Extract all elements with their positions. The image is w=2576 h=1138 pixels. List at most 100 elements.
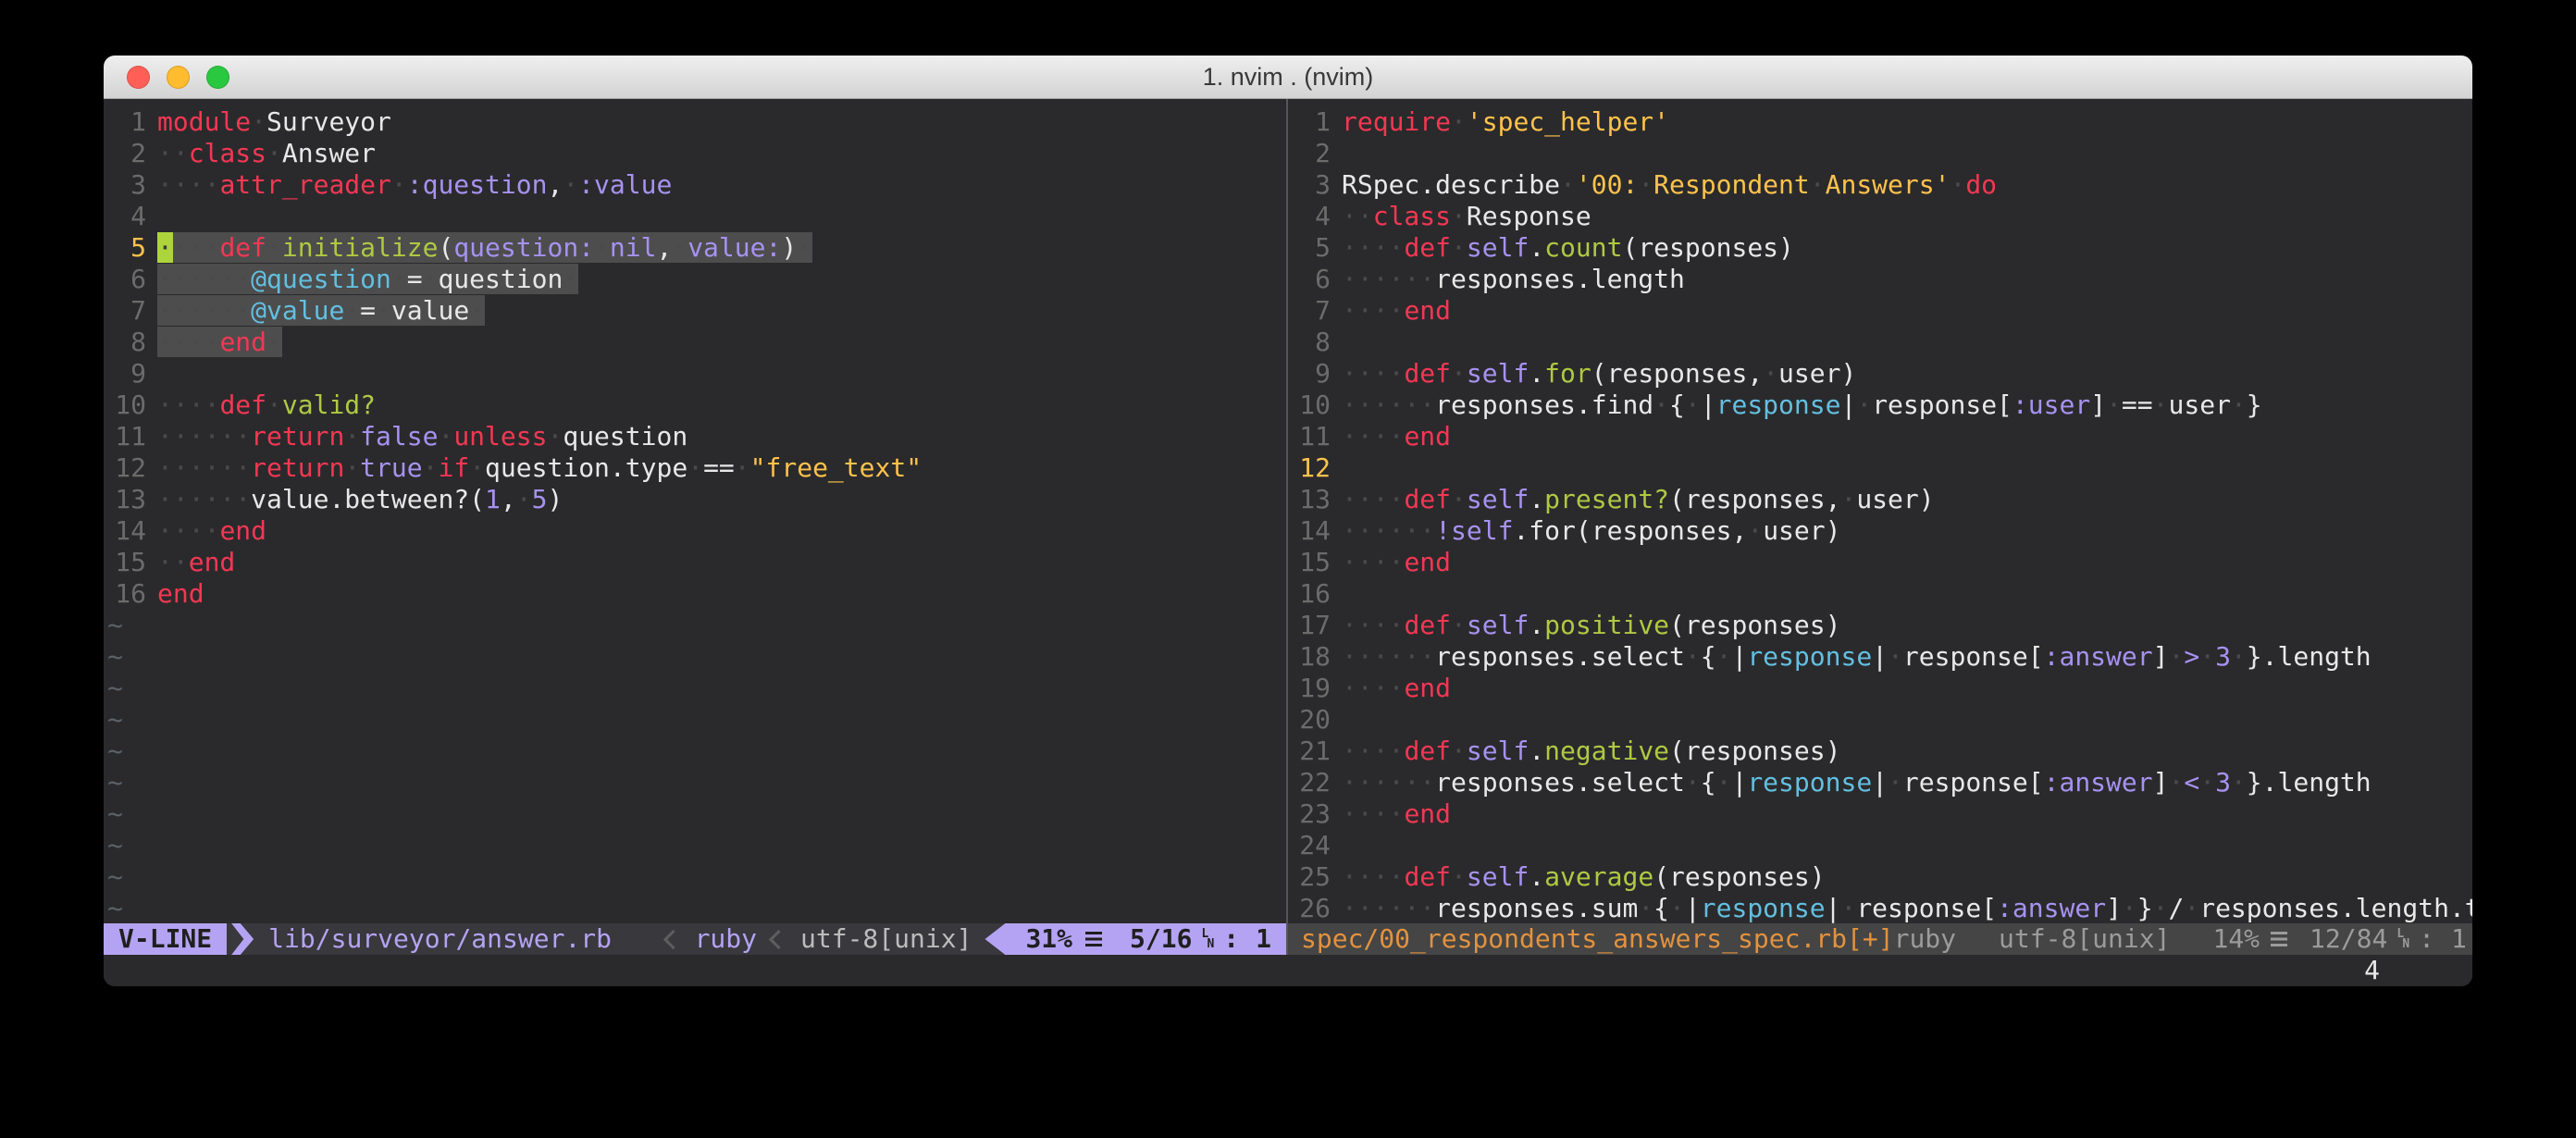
code-line[interactable]: 16end: [107, 578, 1286, 610]
code-line[interactable]: 18······responses.select·{·|response|·re…: [1292, 641, 2472, 673]
code-line[interactable]: 8····end·: [107, 327, 1286, 358]
code-line[interactable]: 3····attr_reader·:question,·:value: [107, 169, 1286, 201]
code-line[interactable]: 6 ······@question·=·question·: [107, 264, 1286, 295]
code-line[interactable]: 25····def·self.average(responses): [1292, 861, 2472, 893]
code-line[interactable]: 7····end: [1292, 295, 2472, 327]
code-line[interactable]: 13····def·self.present?(responses,·user): [1292, 484, 2472, 515]
code-line[interactable]: 21····def·self.negative(responses): [1292, 736, 2472, 767]
linenr-icon: [1085, 932, 1102, 946]
code-line[interactable]: 7······@value·=·value·: [107, 295, 1286, 327]
code-line[interactable]: 10······responses.find·{·|response|·resp…: [1292, 390, 2472, 421]
filetype-label: ruby: [1894, 923, 1956, 955]
line-number: 9: [1292, 358, 1331, 390]
line-text: ··class·Response: [1342, 201, 1591, 232]
minimize-button[interactable]: [167, 66, 190, 89]
line-number: 1: [1292, 106, 1331, 138]
line-number: 8: [1292, 327, 1331, 358]
line-number: 11: [1292, 421, 1331, 452]
buffer-lines-right[interactable]: 1require·'spec_helper'23RSpec.describe·'…: [1288, 99, 2472, 923]
code-line[interactable]: 17····def·self.positive(responses): [1292, 610, 2472, 641]
empty-line-tilde: ~: [107, 767, 1286, 798]
code-line[interactable]: 10····def·valid?: [107, 390, 1286, 421]
code-line[interactable]: 6······responses.length: [1292, 264, 2472, 295]
code-line[interactable]: 14······!self.for(responses,·user): [1292, 515, 2472, 547]
line-text: ····end: [1342, 673, 1451, 704]
code-line[interactable]: 4: [107, 201, 1286, 232]
editor-pane-left[interactable]: 1module·Surveyor2··class·Answer3····attr…: [104, 99, 1286, 955]
file-path: lib/surveyor/answer.rb: [268, 923, 612, 955]
separator-icon: [663, 929, 682, 948]
code-line[interactable]: 8: [1292, 327, 2472, 358]
linenr-icon: [2271, 932, 2287, 946]
line-text: ······return·true·if·question.type·==·"f…: [157, 452, 922, 484]
line-number: 24: [1292, 830, 1331, 861]
line-number: 2: [1292, 138, 1331, 169]
line-number: 15: [107, 547, 146, 578]
terminal-window[interactable]: 1. nvim . (nvim) 1module·Surveyor2··clas…: [104, 56, 2472, 986]
line-number: 13: [107, 484, 146, 515]
line-text: ····end: [157, 515, 266, 547]
line-number: 12: [107, 452, 146, 484]
line-text: ······value.between?(1,·5): [157, 484, 563, 515]
powerline-triangle-icon: [985, 923, 1005, 955]
scroll-percent: 31%: [1025, 923, 1072, 955]
file-path: spec/00_respondents_answers_spec.rb[+]: [1301, 923, 1894, 955]
line-text: ··end: [157, 547, 235, 578]
statusline-inactive: spec/00_respondents_answers_spec.rb[+] r…: [1288, 923, 2472, 955]
code-line[interactable]: 26······responses.sum·{·|response|·respo…: [1292, 893, 2472, 923]
code-line[interactable]: 2: [1292, 138, 2472, 169]
line-text: ··class·Answer: [157, 138, 376, 169]
code-line[interactable]: 12 ······return·true·if·question.type·==·…: [107, 452, 1286, 484]
mode-indicator: V-LINE: [104, 923, 227, 955]
line-number: 6: [107, 264, 146, 295]
line-text: ····def·valid?: [157, 390, 376, 421]
line-number: 12: [1292, 452, 1331, 484]
code-line[interactable]: 4··class·Response: [1292, 201, 2472, 232]
code-line[interactable]: 15····end: [1292, 547, 2472, 578]
line-number: 8: [107, 327, 146, 358]
line-text: ····end: [1342, 547, 1451, 578]
empty-line-tilde: ~: [107, 798, 1286, 830]
code-line[interactable]: 16: [1292, 578, 2472, 610]
code-line[interactable]: 11······return·false·unless·question: [107, 421, 1286, 452]
line-text: ····def·self.present?(responses,·user): [1342, 484, 1935, 515]
code-line[interactable]: 24: [1292, 830, 2472, 861]
code-line[interactable]: 23····end: [1292, 798, 2472, 830]
line-text: ······return·false·unless·question: [157, 421, 687, 452]
command-line[interactable]: 4: [104, 955, 2472, 986]
buffer-lines-left[interactable]: 1module·Surveyor2··class·Answer3····attr…: [104, 99, 1286, 923]
code-line[interactable]: 9: [107, 358, 1286, 390]
line-number: 22: [1292, 767, 1331, 798]
code-line[interactable]: 1require·'spec_helper': [1292, 106, 2472, 138]
code-line[interactable]: 20: [1292, 704, 2472, 736]
editor-pane-right[interactable]: 1require·'spec_helper'23RSpec.describe·'…: [1288, 99, 2472, 955]
code-line[interactable]: 13 ······value.between?(1,·5): [107, 484, 1286, 515]
code-line[interactable]: 5····def·initialize(question:·nil,·value…: [107, 232, 1286, 264]
code-line[interactable]: 14····end: [107, 515, 1286, 547]
line-text: end: [157, 578, 204, 610]
code-line[interactable]: 3RSpec.describe·'00:·Respondent·Answers'…: [1292, 169, 2472, 201]
line-number: 23: [1292, 798, 1331, 830]
line-number: 16: [1292, 578, 1331, 610]
pending-command-count: 4: [2364, 955, 2380, 986]
line-number: 5: [1292, 232, 1331, 264]
close-button[interactable]: [127, 66, 150, 89]
line-text: ····def·self.negative(responses): [1342, 736, 1840, 767]
code-line[interactable]: 19····end: [1292, 673, 2472, 704]
code-line[interactable]: 5····def·self.count(responses): [1292, 232, 2472, 264]
line-number: 1: [107, 106, 146, 138]
line-number: 7: [1292, 295, 1331, 327]
code-line[interactable]: 2··class·Answer: [107, 138, 1286, 169]
code-line[interactable]: 9····def·self.for(responses,·user): [1292, 358, 2472, 390]
zoom-button[interactable]: [206, 66, 229, 89]
code-line[interactable]: 15 ··end: [107, 547, 1286, 578]
line-number: 7: [107, 295, 146, 327]
code-line[interactable]: 1module·Surveyor: [107, 106, 1286, 138]
code-line[interactable]: 11····end: [1292, 421, 2472, 452]
line-text: ······@question·=·question·: [157, 264, 578, 295]
filetype-label: ruby: [695, 923, 757, 955]
code-line[interactable]: 12: [1292, 452, 2472, 484]
code-line[interactable]: 22······responses.select·{·|response|·re…: [1292, 767, 2472, 798]
empty-line-tilde: ~: [107, 673, 1286, 704]
window-titlebar[interactable]: 1. nvim . (nvim): [104, 56, 2472, 99]
